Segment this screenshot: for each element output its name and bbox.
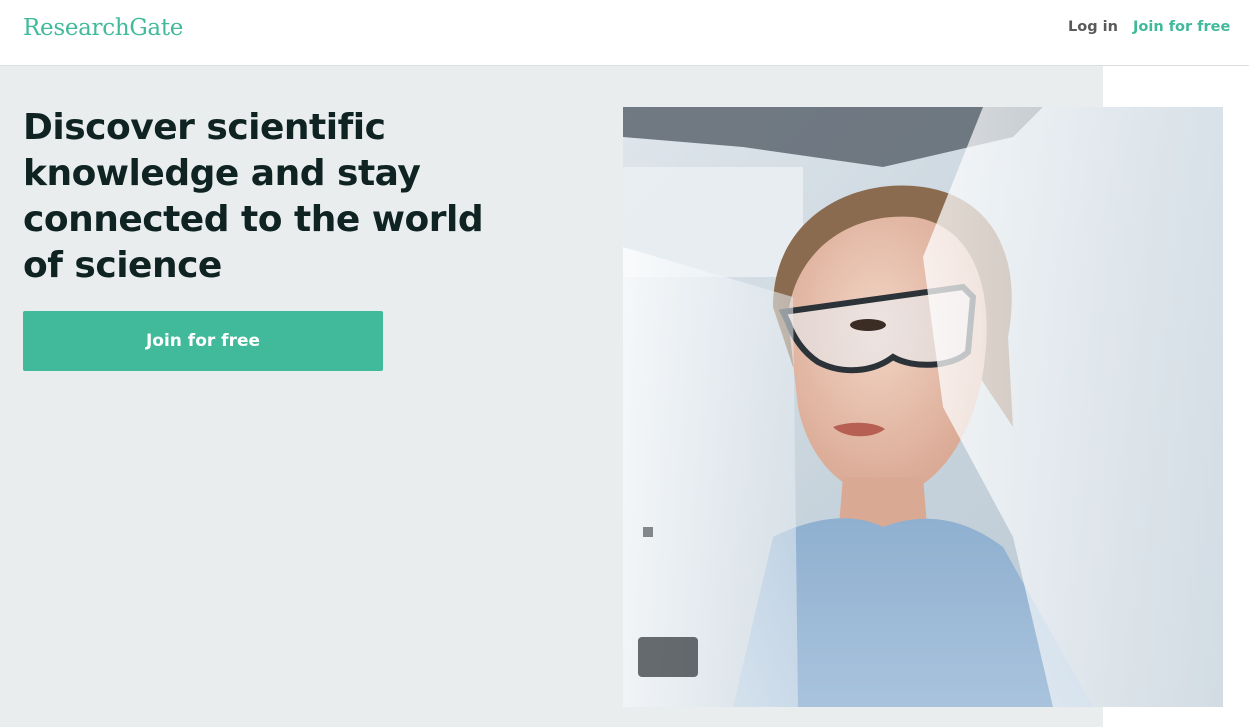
scientist-photo (623, 107, 1223, 707)
join-for-free-button[interactable]: Join for free (23, 311, 383, 371)
site-header: ResearchGate Log in Join for free (0, 0, 1249, 66)
hero-image (623, 107, 1223, 707)
login-link[interactable]: Log in (1068, 19, 1118, 35)
join-link[interactable]: Join for free (1133, 19, 1230, 35)
hero-title: Discover scientific knowledge and stay c… (23, 107, 484, 286)
researchgate-logo[interactable]: ResearchGate (23, 15, 183, 41)
